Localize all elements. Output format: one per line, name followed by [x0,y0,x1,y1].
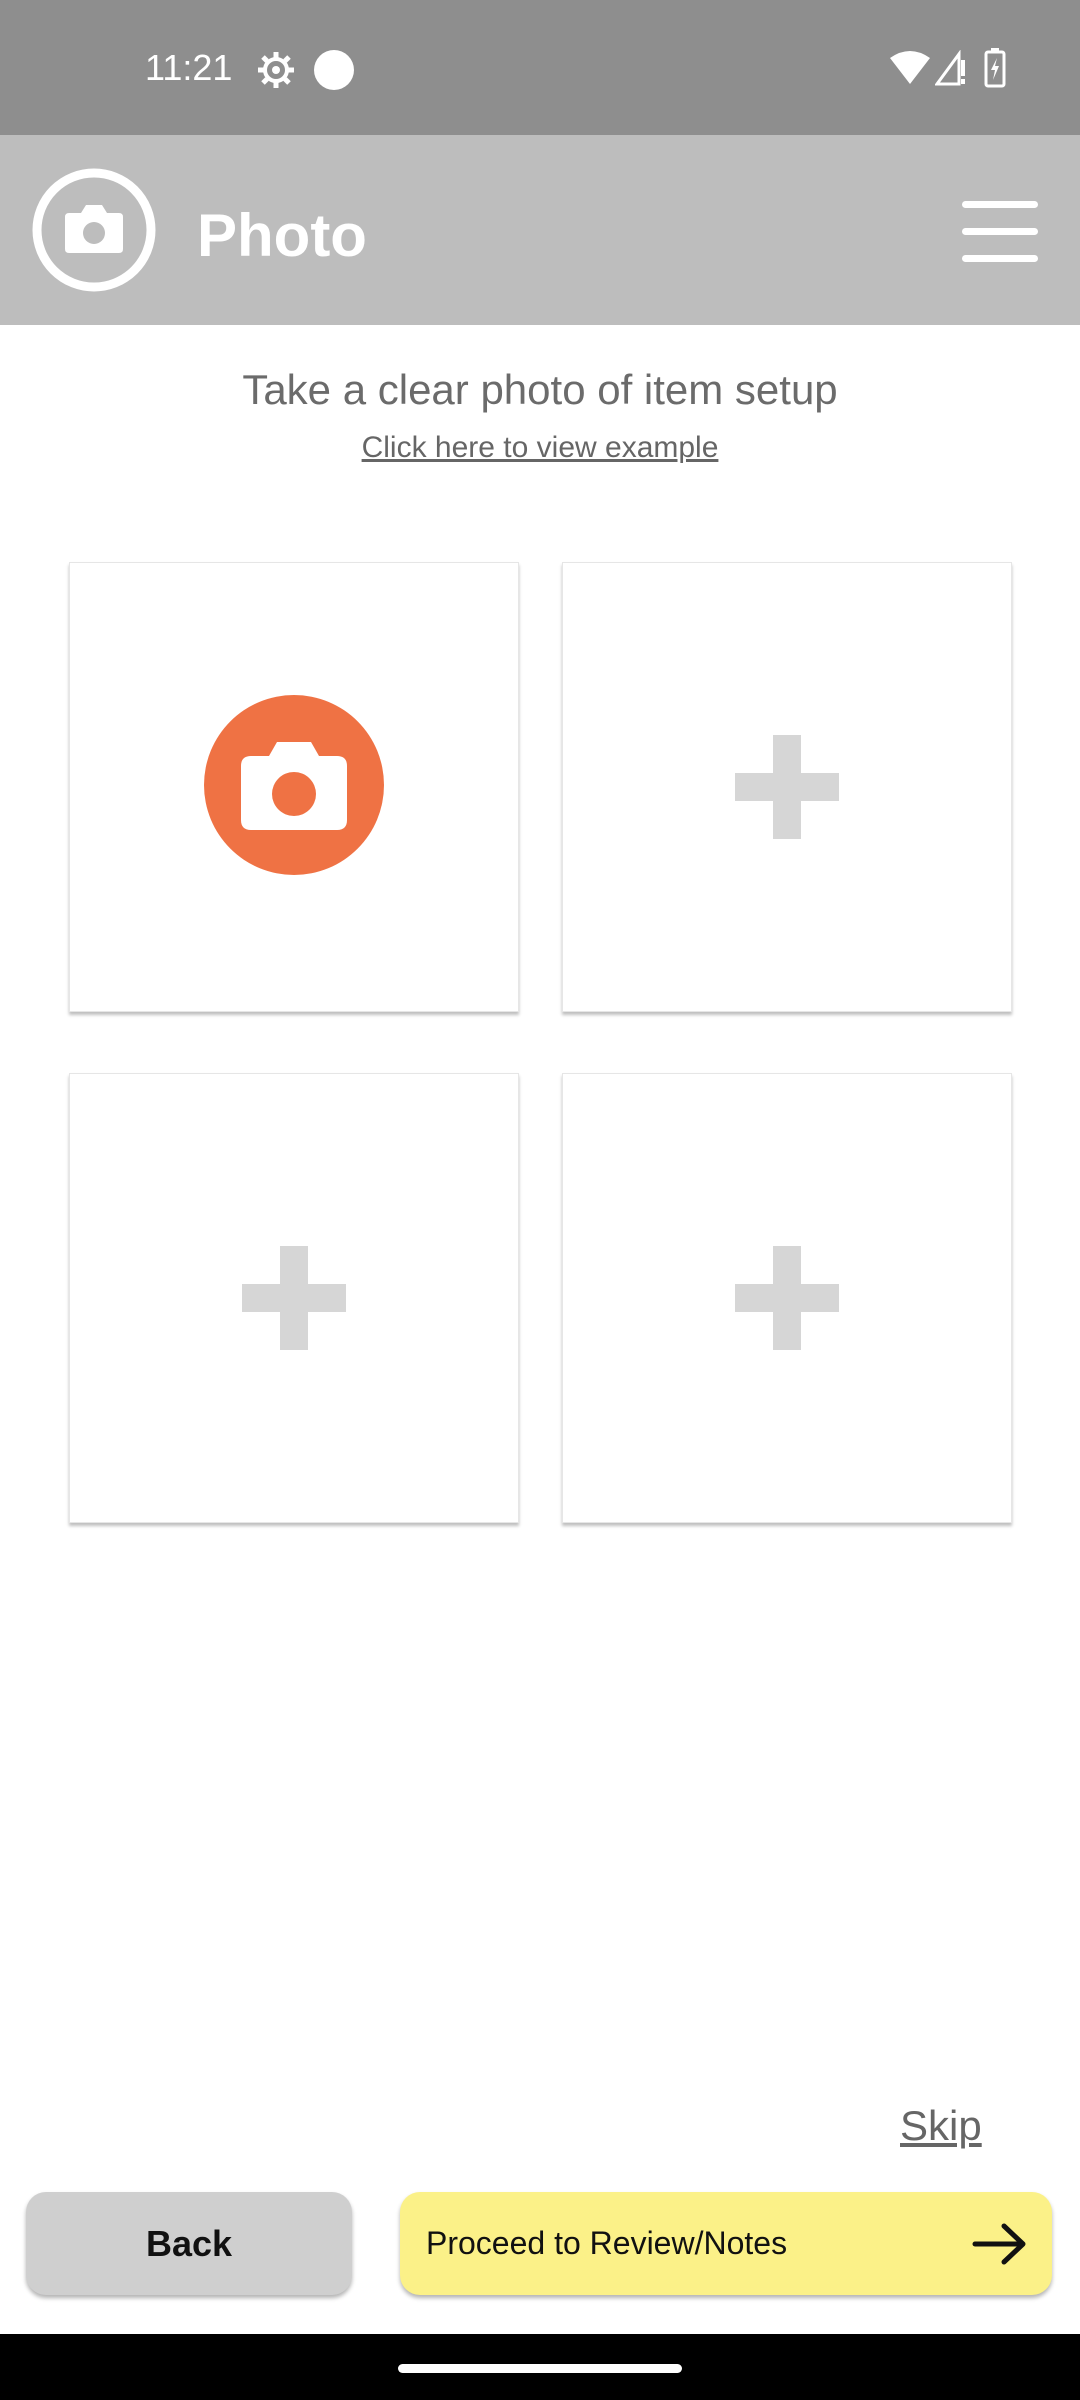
plus-icon [735,1246,839,1350]
menu-icon-line [962,255,1038,262]
instruction-heading: Take a clear photo of item setup [242,366,838,413]
navigation-bar [0,2334,1080,2400]
photo-tile-add[interactable] [69,1073,519,1523]
skip-link[interactable]: Skip [900,2100,982,2152]
wifi-icon [890,51,930,84]
back-button-label: Back [145,2223,233,2264]
back-button[interactable]: Back [26,2192,352,2295]
page-title: Photo [197,202,367,269]
menu-icon [962,201,1038,208]
home-gesture-handle[interactable] [398,2364,682,2373]
signal-icon [935,50,965,86]
proceed-button-label: Proceed to Review/Notes [426,2225,788,2261]
gear-icon [258,52,294,88]
arrow-right-icon [972,2223,1026,2265]
camera-icon [241,742,347,830]
camera-icon [32,168,156,292]
photo-tile-add[interactable] [562,562,1012,1012]
battery-icon [984,48,1006,88]
app-bar: Photo [0,135,1080,325]
take-photo-button[interactable] [204,695,384,875]
photo-tile-add[interactable] [562,1073,1012,1523]
dot-icon [314,50,354,90]
view-example-link[interactable]: Click here to view example [362,431,719,464]
proceed-button[interactable]: Proceed to Review/Notes [400,2192,1052,2295]
status-bar: 11:21 [0,0,1080,135]
menu-icon-line [962,228,1038,235]
example-link-row: Click here to view example [0,428,1080,468]
plus-icon [735,735,839,839]
menu-button[interactable] [962,201,1042,262]
status-time: 11:21 [145,47,233,88]
plus-icon [242,1246,346,1350]
photo-screen: 11:21 Photo Take a clear photo of item s… [0,0,1080,2400]
photo-tile-capture[interactable] [69,562,519,1012]
